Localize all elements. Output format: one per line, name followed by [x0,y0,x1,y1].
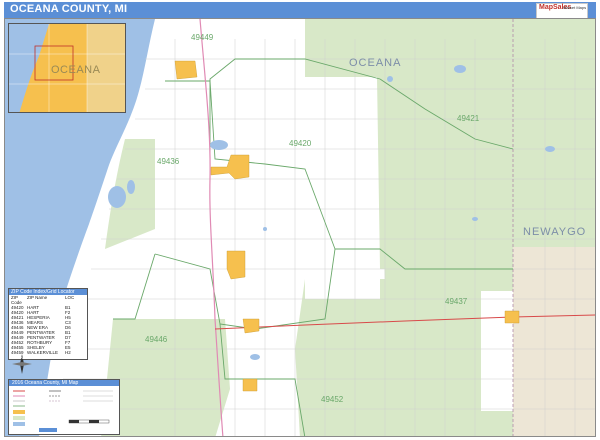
zip-label-49446: 49446 [145,335,168,344]
zip-label-49420: 49420 [289,139,312,148]
compass-north-label: N [21,355,24,360]
zip-label-49452: 49452 [321,395,344,404]
page-title: OCEANA COUNTY, MI [10,3,128,15]
logo-tagline: Market Maps [563,5,587,10]
urban-pentwater [174,60,198,80]
zip-label-49449: 49449 [191,33,214,42]
zip-code-index: ZIP Code Index/Grid Locator ZIP Code ZIP… [8,288,88,360]
zip-label-49421: 49421 [457,114,480,123]
inset-locator-map: OCEANA [8,23,126,113]
publisher-logo: MapSales Market Maps [536,3,588,19]
zip-loc-col-header: LOC [65,295,75,300]
zip-name-col-header: ZIP Name [27,295,48,300]
clearing-south-east [481,291,513,411]
map-canvas[interactable]: OCEANA NEWAYGO 49436 49420 49421 49446 4… [4,18,596,437]
zip-loc: H2 [65,350,71,355]
forest-area-east [380,99,513,289]
inset-county-label: OCEANA [51,64,101,76]
adjacent-county-newaygo-area [513,247,595,436]
map-legend: 2016 Oceana County, MI Map [8,379,120,435]
urban-hart [210,154,250,180]
urban-shelby [226,250,246,280]
clearing-center [305,269,380,299]
zip-index-header: ZIP Code ZIP Name LOC [9,295,87,305]
legend-symbols [13,390,113,432]
county-label-newaygo: NEWAYGO [523,226,587,238]
county-label-oceana: OCEANA [349,57,402,69]
zip-label-49437: 49437 [445,297,468,306]
zip-label-49436: 49436 [157,157,180,166]
map-page: OCEANA COUNTY, MI MapSales Market Maps O… [0,0,600,440]
compass-rose-icon: N [12,354,32,374]
title-bar: OCEANA COUNTY, MI MapSales Market Maps [4,2,596,19]
urban-rothbury [242,378,258,392]
urban-new-era [242,318,260,334]
urban-hesperia [504,310,520,324]
zip-col-header: ZIP Code [11,295,22,305]
